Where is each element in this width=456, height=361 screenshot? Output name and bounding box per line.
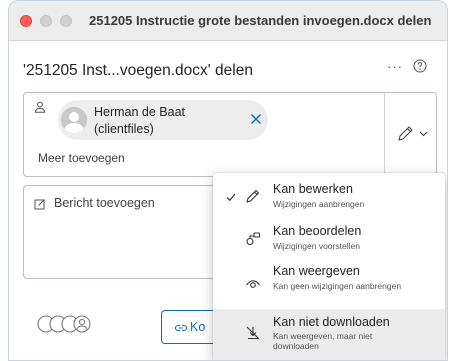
permission-menu: Kan bewerken Wijzigingen aanbrengen Kan …: [213, 173, 445, 360]
recipient-name: Herman de Baat: [94, 105, 186, 119]
share-dialog-window: 251205 Instructie grote bestanden invoeg…: [8, 0, 448, 361]
dialog-title: '251205 Inst...voegen.docx' delen: [23, 62, 253, 79]
link-icon: [174, 324, 188, 332]
no-download-icon: [246, 326, 260, 340]
menu-item-description: Kan weergeven, maar niet downloaden: [273, 331, 373, 351]
menu-item-title: Kan niet downloaden: [273, 315, 390, 329]
avatar: [61, 107, 87, 133]
recipient-subtitle: (clientfiles): [94, 122, 154, 136]
divider: [384, 93, 385, 176]
title-bar: 251205 Instructie grote bestanden invoeg…: [9, 1, 447, 41]
chevron-down-icon: [419, 131, 428, 137]
default-avatar-icon: [61, 107, 87, 133]
recipients-box[interactable]: Herman de Baat (clientfiles) Meer toevoe…: [23, 92, 437, 177]
window-minimize-button[interactable]: [40, 15, 52, 27]
menu-item-cannot-download[interactable]: Kan niet downloaden Kan weergeven, maar …: [213, 309, 445, 360]
window-close-button[interactable]: [20, 15, 32, 27]
menu-item-title: Kan beoordelen: [273, 224, 362, 238]
question-icon[interactable]: [413, 59, 427, 73]
window-zoom-button[interactable]: [60, 15, 72, 27]
menu-item-can-edit[interactable]: Kan bewerken Wijzigingen aanbrengen: [213, 177, 445, 215]
recipient-chip[interactable]: Herman de Baat (clientfiles): [58, 100, 268, 140]
add-more-input[interactable]: Meer toevoegen: [38, 151, 125, 165]
menu-item-title: Kan bewerken: [273, 182, 353, 196]
close-icon[interactable]: [248, 111, 264, 127]
checkmark-icon: [226, 193, 236, 202]
menu-item-description: Wijzigingen aanbrengen: [273, 199, 365, 209]
compose-icon: [34, 199, 45, 210]
menu-item-can-review[interactable]: Kan beoordelen Wijzigingen voorstellen: [213, 219, 445, 257]
permission-dropdown-button[interactable]: [396, 123, 432, 145]
menu-item-can-view[interactable]: Kan weergeven Kan geen wijzigingen aanbr…: [213, 259, 445, 307]
review-icon: [246, 232, 261, 246]
message-box[interactable]: Bericht toevoegen: [23, 185, 233, 279]
message-placeholder: Bericht toevoegen: [54, 196, 155, 210]
menu-item-description: Kan geen wijzigingen aanbrengen: [273, 281, 402, 291]
copy-link-button[interactable]: Ko: [161, 310, 221, 344]
eye-icon: [246, 280, 260, 288]
pencil-icon: [246, 189, 260, 203]
more-horizontal-icon[interactable]: ···: [385, 59, 405, 75]
person-icon: [34, 101, 46, 113]
copy-link-label: Ko: [190, 320, 206, 334]
menu-item-description: Wijzigingen voorstellen: [273, 241, 360, 251]
shared-with-avatars[interactable]: [37, 315, 97, 333]
menu-item-title: Kan weergeven: [273, 264, 360, 278]
pencil-icon: [398, 126, 413, 141]
window-title: 251205 Instructie grote bestanden invoeg…: [89, 13, 432, 28]
